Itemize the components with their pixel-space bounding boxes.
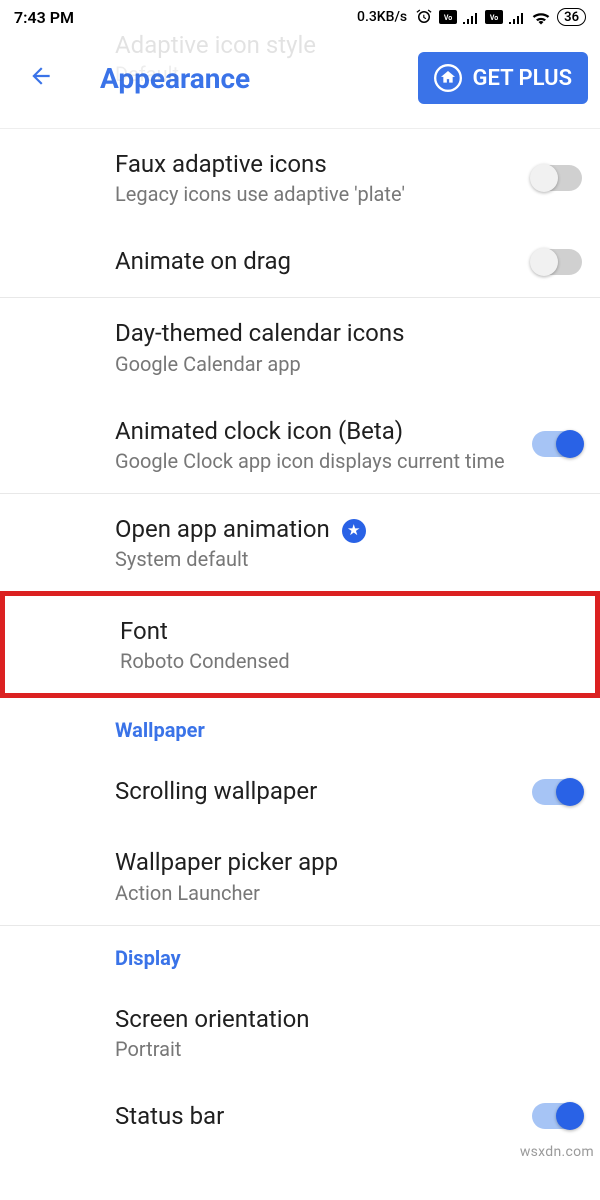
- arrow-back-icon: [26, 63, 56, 89]
- item-title: Font: [120, 616, 577, 647]
- switch-scrolling-wallpaper[interactable]: [532, 779, 582, 805]
- item-animate-drag[interactable]: Animate on drag: [0, 226, 600, 297]
- item-sub: Action Launcher: [115, 881, 582, 905]
- item-title: Day-themed calendar icons: [115, 318, 582, 349]
- item-title: Faux adaptive icons: [115, 149, 532, 180]
- item-animated-clock[interactable]: Animated clock icon (Beta) Google Clock …: [0, 396, 600, 493]
- signal-icon-2: [509, 10, 525, 24]
- item-scrolling-wallpaper[interactable]: Scrolling wallpaper: [0, 756, 600, 827]
- item-text: Animated clock icon (Beta) Google Clock …: [115, 416, 532, 473]
- star-icon: ★: [342, 519, 366, 543]
- item-title: Status bar: [115, 1101, 532, 1132]
- item-text: Font Roboto Condensed: [120, 616, 577, 673]
- item-sub: Legacy icons use adaptive 'plate': [115, 182, 532, 206]
- home-circle-icon: [434, 64, 462, 92]
- item-text: Day-themed calendar icons Google Calenda…: [115, 318, 582, 375]
- item-wallpaper-picker[interactable]: Wallpaper picker app Action Launcher: [0, 827, 600, 924]
- item-title: Wallpaper picker app: [115, 847, 582, 878]
- item-text: Animate on drag: [115, 246, 532, 277]
- status-speed: 0.3KB/s: [357, 9, 407, 25]
- item-day-calendar[interactable]: Day-themed calendar icons Google Calenda…: [0, 298, 600, 395]
- watermark: wsxdn.com: [520, 1144, 594, 1160]
- settings-list: Faux adaptive icons Legacy icons use ada…: [0, 129, 600, 1140]
- svg-text:Vo: Vo: [444, 14, 452, 22]
- section-display: Display: [0, 926, 600, 984]
- ghost-item: Adaptive icon style Default: [115, 30, 316, 87]
- item-sub: Google Calendar app: [115, 352, 582, 376]
- get-plus-label: GET PLUS: [472, 66, 572, 91]
- switch-animated-clock[interactable]: [532, 431, 582, 457]
- item-title: Animate on drag: [115, 246, 532, 277]
- item-text: Screen orientation Portrait: [115, 1004, 582, 1061]
- item-title: Scrolling wallpaper: [115, 776, 532, 807]
- svg-text:Vo: Vo: [490, 14, 498, 22]
- wifi-icon: [531, 9, 551, 25]
- item-open-app-animation[interactable]: Open app animation ★ System default: [0, 494, 600, 591]
- ghost-sub: Default: [115, 61, 316, 87]
- item-text: Faux adaptive icons Legacy icons use ada…: [115, 149, 532, 206]
- item-text: Status bar: [115, 1101, 532, 1132]
- back-button[interactable]: [12, 57, 70, 99]
- switch-status-bar[interactable]: [532, 1103, 582, 1129]
- battery-indicator: 36: [557, 8, 586, 26]
- item-title: Screen orientation: [115, 1004, 582, 1035]
- volte-icon-2: Vo: [485, 10, 503, 24]
- item-text: Open app animation ★ System default: [115, 514, 582, 571]
- item-title: Open app animation ★: [115, 514, 582, 545]
- item-status-bar[interactable]: Status bar: [0, 1081, 600, 1140]
- item-title: Animated clock icon (Beta): [115, 416, 532, 447]
- item-sub: Google Clock app icon displays current t…: [115, 449, 532, 473]
- item-text: Wallpaper picker app Action Launcher: [115, 847, 582, 904]
- item-faux-adaptive[interactable]: Faux adaptive icons Legacy icons use ada…: [0, 129, 600, 226]
- item-sub: System default: [115, 547, 582, 571]
- switch-faux[interactable]: [532, 165, 582, 191]
- item-text: Scrolling wallpaper: [115, 776, 532, 807]
- ghost-title: Adaptive icon style: [115, 30, 316, 61]
- status-bar: 7:43 PM 0.3KB/s Vo Vo 36: [0, 0, 600, 34]
- item-sub: Roboto Condensed: [120, 649, 577, 673]
- volte-icon-1: Vo: [439, 10, 457, 24]
- item-title-text: Open app animation: [115, 515, 330, 543]
- alarm-icon: [415, 8, 433, 26]
- status-time: 7:43 PM: [14, 8, 74, 27]
- switch-animate-drag[interactable]: [532, 249, 582, 275]
- item-font[interactable]: Font Roboto Condensed: [0, 591, 600, 698]
- item-screen-orientation[interactable]: Screen orientation Portrait: [0, 984, 600, 1081]
- signal-icon-1: [463, 10, 479, 24]
- item-sub: Portrait: [115, 1037, 582, 1061]
- get-plus-button[interactable]: GET PLUS: [418, 52, 588, 104]
- status-indicators: 0.3KB/s Vo Vo 36: [357, 8, 586, 26]
- section-wallpaper: Wallpaper: [0, 698, 600, 756]
